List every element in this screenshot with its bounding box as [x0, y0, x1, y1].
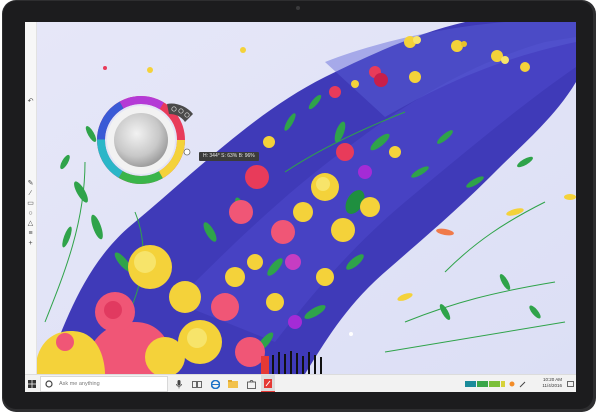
- undo-icon[interactable]: ↶: [27, 98, 34, 105]
- shape-icon[interactable]: △: [27, 220, 34, 227]
- zoom-icon[interactable]: +: [27, 240, 34, 247]
- search-input[interactable]: Ask me anything: [40, 376, 168, 392]
- color-readout: H: 344° S: 63% B: 96%: [199, 152, 259, 161]
- drawing-canvas[interactable]: ✎ ∕ ▭ ○ △ ≡ + ↶ H: 344° S: 63% B: 96%: [25, 22, 576, 374]
- eraser-icon[interactable]: ▭: [27, 200, 34, 207]
- sketchable-app-icon[interactable]: [261, 375, 275, 392]
- microphone-icon[interactable]: [172, 375, 186, 392]
- screen: ✎ ∕ ▭ ○ △ ≡ + ↶ H: 344° S: 63% B: 96% As…: [25, 22, 576, 392]
- page-indicator-dot: [349, 332, 353, 336]
- front-camera: [296, 6, 300, 10]
- tray-swatch-green: [477, 381, 488, 387]
- cortana-icon: [45, 380, 53, 388]
- notifications-icon[interactable]: [565, 375, 575, 392]
- clock-date: 11/4/2016: [542, 383, 562, 388]
- edge-icon[interactable]: [208, 375, 222, 392]
- task-view-icon[interactable]: [190, 375, 204, 392]
- tray-swatch-lime: [489, 381, 500, 387]
- network-icon[interactable]: [508, 375, 516, 392]
- tray-swatch-yellow: [501, 381, 505, 387]
- system-clock[interactable]: 10:20 AM 11/4/2016: [542, 377, 562, 389]
- file-explorer-icon[interactable]: [226, 375, 240, 392]
- tray-swatch-teal: [465, 381, 476, 387]
- brush-icon[interactable]: ∕: [27, 190, 34, 197]
- store-icon[interactable]: [244, 375, 258, 392]
- start-button[interactable]: [25, 375, 39, 392]
- taskbar: Ask me anything 10:20 AM 11/4/2016: [25, 374, 576, 392]
- pen-icon[interactable]: ✎: [27, 180, 34, 187]
- left-toolbar: ✎ ∕ ▭ ○ △ ≡ + ↶: [25, 22, 37, 374]
- search-placeholder: Ask me anything: [59, 381, 100, 387]
- lasso-icon[interactable]: ○: [27, 210, 34, 217]
- pen-tray-icon[interactable]: [517, 375, 527, 392]
- layers-icon[interactable]: ≡: [27, 230, 34, 237]
- windows-icon: [28, 380, 36, 388]
